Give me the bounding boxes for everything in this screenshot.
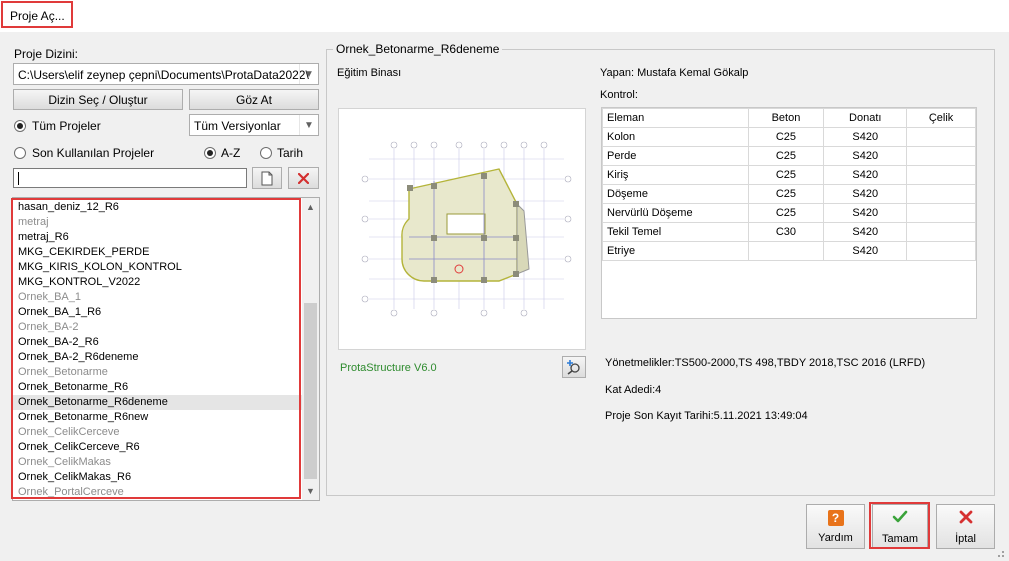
materials-table: Eleman Beton Donatı Çelik Kolon C25 S420 Pe…: [602, 108, 976, 261]
version-combo[interactable]: Tüm Versiyonlar ▼: [189, 114, 319, 136]
table-row: Kolon C25 S420: [602, 127, 976, 147]
sort-az-radio[interactable]: [204, 147, 216, 159]
version-combo-value: Tüm Versiyonlar: [194, 119, 281, 133]
zoom-preview-button[interactable]: [562, 356, 586, 378]
table-cell: C30: [747, 222, 825, 242]
table-cell: Tekil Temel: [602, 222, 749, 242]
browse-button[interactable]: Göz At: [189, 89, 319, 110]
scroll-up-icon[interactable]: ▲: [306, 202, 315, 212]
table-cell: S420: [823, 184, 908, 204]
table-cell: [906, 203, 976, 223]
materials-table-container: Eleman Beton Donatı Çelik Kolon C25 S420 Pe…: [601, 107, 977, 319]
last-saved-text: Proje Son Kayıt Tarihi:5.11.2021 13:49:0…: [605, 410, 808, 422]
project-dir-combo[interactable]: C:\Users\elif zeynep çepni\Documents\Pro…: [13, 63, 319, 85]
table-cell: C25: [747, 203, 825, 223]
project-details-title: Ornek_Betonarme_R6deneme: [333, 42, 503, 56]
table-cell: S420: [823, 127, 908, 147]
table-cell: [906, 146, 976, 166]
all-projects-label: Tüm Projeler: [32, 119, 101, 133]
table-cell: Perde: [602, 146, 749, 166]
vertical-scrollbar[interactable]: ▲ ▼: [302, 198, 319, 500]
table-row: Tekil Temel C30 S420: [602, 222, 976, 242]
zoom-in-icon: [567, 360, 580, 375]
help-label: Yardım: [818, 532, 853, 544]
table-cell: [906, 241, 976, 261]
author-text: Yapan: Mustafa Kemal Gökalp: [600, 67, 749, 79]
new-project-button[interactable]: [252, 167, 282, 189]
control-label: Kontrol:: [600, 89, 638, 101]
recent-projects-label: Son Kullanılan Projeler: [32, 146, 155, 160]
table-cell: S420: [823, 241, 908, 261]
floor-plan-image: [361, 141, 572, 317]
help-icon: ?: [827, 510, 844, 526]
sort-date-label: Tarih: [277, 146, 304, 160]
title-bar: [0, 0, 1009, 32]
table-cell: C25: [747, 127, 825, 147]
radio-dot: [207, 150, 213, 156]
chevron-down-icon[interactable]: ▼: [299, 115, 318, 135]
scrollbar-thumb[interactable]: [304, 303, 317, 479]
header-cell: Eleman: [602, 108, 749, 128]
table-cell: [906, 165, 976, 185]
header-cell: Donatı: [823, 108, 908, 128]
table-cell: S420: [823, 203, 908, 223]
table-cell: S420: [823, 222, 908, 242]
recent-projects-radio[interactable]: [14, 147, 26, 159]
radio-dot: [17, 123, 23, 129]
table-header-row: Eleman Beton Donatı Çelik: [602, 108, 976, 128]
table-row: Kiriş C25 S420: [602, 165, 976, 185]
table-row: Nervürlü Döşeme C25 S420: [602, 203, 976, 223]
table-cell: C25: [747, 146, 825, 166]
table-cell: Kiriş: [602, 165, 749, 185]
table-cell: S420: [823, 146, 908, 166]
table-cell: C25: [747, 184, 825, 204]
table-row: Döşeme C25 S420: [602, 184, 976, 204]
table-cell: [906, 127, 976, 147]
header-cell: Beton: [747, 108, 825, 128]
cancel-x-icon: [959, 510, 972, 524]
resize-grip-icon[interactable]: [993, 547, 1005, 557]
table-cell: [906, 222, 976, 242]
delete-project-button[interactable]: [288, 167, 319, 189]
project-dir-label: Proje Dizini:: [14, 47, 79, 61]
regulations-text: Yönetmelikler:TS500-2000,TS 498,TBDY 201…: [605, 357, 926, 369]
header-cell: Çelik: [906, 108, 976, 128]
table-cell: [906, 184, 976, 204]
scroll-down-icon[interactable]: ▼: [306, 486, 315, 496]
text-caret: [18, 172, 19, 185]
all-projects-radio[interactable]: [14, 120, 26, 132]
version-text: ProtaStructure V6.0: [340, 362, 437, 374]
table-row: Perde C25 S420: [602, 146, 976, 166]
cancel-button[interactable]: İptal: [936, 504, 995, 549]
table-cell: C25: [747, 165, 825, 185]
table-cell: S420: [823, 165, 908, 185]
chevron-down-icon[interactable]: ▼: [299, 64, 318, 84]
project-dir-value: C:\Users\elif zeynep çepni\Documents\Pro…: [18, 68, 309, 82]
table-cell: Döşeme: [602, 184, 749, 204]
cancel-label: İptal: [955, 533, 976, 545]
window-title: Proje Aç...: [10, 9, 65, 23]
sort-date-radio[interactable]: [260, 147, 272, 159]
delete-x-icon: [298, 172, 309, 184]
table-cell: Kolon: [602, 127, 749, 147]
document-icon: [261, 171, 273, 185]
search-input[interactable]: [13, 168, 247, 188]
project-list-highlight: [11, 198, 301, 499]
table-row: Etriye S420: [602, 241, 976, 261]
table-cell: Nervürlü Döşeme: [602, 203, 749, 223]
plan-preview: [338, 108, 586, 350]
table-cell: Etriye: [602, 241, 749, 261]
floor-count-text: Kat Adedi:4: [605, 384, 662, 396]
table-cell: [747, 241, 825, 261]
building-name: Eğitim Binası: [337, 67, 402, 79]
select-dir-button[interactable]: Dizin Seç / Oluştur: [13, 89, 183, 110]
ok-button-highlight: [869, 502, 930, 549]
sort-az-label: A-Z: [221, 146, 241, 160]
help-button[interactable]: ? Yardım: [806, 504, 865, 549]
